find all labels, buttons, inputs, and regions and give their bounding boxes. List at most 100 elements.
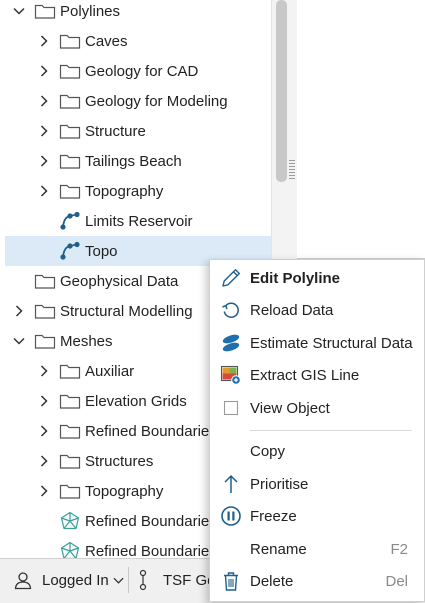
tree-row-label: Topo — [85, 242, 118, 260]
folder-icon — [59, 181, 81, 201]
menu-item-label: Extract GIS Line — [250, 366, 360, 384]
menu-item-label: Copy — [250, 442, 286, 460]
tree-row-polylines[interactable]: Polylines — [0, 0, 271, 26]
user-icon — [12, 569, 34, 591]
chevron-right-icon[interactable] — [12, 304, 26, 318]
folder-icon — [34, 301, 56, 321]
menu-item-edit-polyline[interactable]: Edit Polyline — [210, 263, 424, 293]
tree-row-caves[interactable]: Caves — [0, 26, 271, 56]
folder-icon — [59, 61, 81, 81]
tree-row-label: Limits Reservoir — [85, 212, 193, 230]
tree-row-label: Refined Boundaries — [85, 422, 217, 440]
menu-item-delete[interactable]: Delete Del — [210, 566, 424, 596]
chevron-right-icon[interactable] — [37, 484, 51, 498]
folder-icon — [59, 391, 81, 411]
splitter-grip-icon[interactable] — [289, 160, 295, 180]
chevron-down-icon[interactable] — [12, 4, 26, 18]
polyline-icon — [59, 211, 81, 231]
folder-icon — [59, 451, 81, 471]
shortcut-label: F2 — [390, 540, 408, 558]
status-separator — [128, 567, 129, 593]
chevron-right-icon[interactable] — [37, 184, 51, 198]
chevron-down-icon[interactable] — [12, 334, 26, 348]
chevron-right-icon[interactable] — [37, 34, 51, 48]
tree-row-label: Geophysical Data — [60, 272, 179, 290]
tree-row-label: Elevation Grids — [85, 392, 187, 410]
user-status-label: Logged In — [42, 571, 109, 589]
tree-row-geology-for-modeling[interactable]: Geology for Modeling — [0, 86, 271, 116]
chevron-right-icon[interactable] — [37, 94, 51, 108]
tree-row-label: Topography — [85, 482, 164, 500]
menu-item-label: View Object — [250, 399, 330, 417]
folder-icon — [59, 421, 81, 441]
branch-status[interactable]: TSF Ge — [137, 565, 216, 595]
menu-item-label: Edit Polyline — [250, 269, 341, 287]
tree-row-geology-for-cad[interactable]: Geology for CAD — [0, 56, 271, 86]
tree-row-structure[interactable]: Structure — [0, 116, 271, 146]
folder-icon — [59, 361, 81, 381]
tree-row-limits-reservoir[interactable]: Limits Reservoir — [0, 206, 271, 236]
folder-icon — [59, 31, 81, 51]
mesh-icon — [59, 511, 81, 531]
tree-row-label: Structural Modelling — [60, 302, 193, 320]
chevron-right-icon[interactable] — [37, 64, 51, 78]
menu-item-label: Freeze — [250, 507, 297, 525]
tree-row-label: Refined Boundaries — [85, 512, 217, 530]
folder-icon — [34, 271, 56, 291]
menu-item-rename[interactable]: Rename F2 — [210, 534, 424, 564]
checkbox-icon[interactable] — [219, 397, 243, 419]
context-menu: Edit Polyline Reload Data Estimate Struc… — [209, 259, 425, 602]
tree-row-label: Structure — [85, 122, 146, 140]
chevron-right-icon[interactable] — [37, 394, 51, 408]
tree-row-label: Refined Boundaries — [85, 542, 217, 559]
chevron-right-icon[interactable] — [37, 124, 51, 138]
tree-row-topography[interactable]: Topography — [0, 176, 271, 206]
menu-item-prioritise[interactable]: Prioritise — [210, 469, 424, 499]
pause-icon — [219, 505, 243, 527]
folder-icon — [34, 1, 56, 21]
tree-row-label: Structures — [85, 452, 154, 470]
chevron-down-icon — [113, 575, 124, 586]
menu-item-copy[interactable]: Copy — [210, 436, 424, 466]
tree-row-label: Geology for CAD — [85, 62, 199, 80]
folder-icon — [59, 121, 81, 141]
chevron-right-icon[interactable] — [37, 424, 51, 438]
tree-row-label: Caves — [85, 32, 128, 50]
menu-item-estimate-structural-data[interactable]: Estimate Structural Data — [210, 328, 424, 358]
chevron-right-icon[interactable] — [37, 154, 51, 168]
tree-row-label: Geology for Modeling — [85, 92, 228, 110]
chevron-right-icon[interactable] — [37, 364, 51, 378]
reload-icon — [219, 299, 243, 321]
tree-row-label: Tailings Beach — [85, 152, 182, 170]
menu-item-label: Prioritise — [250, 475, 309, 493]
menu-item-view-object[interactable]: View Object — [210, 393, 424, 423]
branch-label: TSF Ge — [163, 571, 216, 589]
menu-item-label: Reload Data — [250, 301, 334, 319]
mesh-icon — [59, 541, 81, 558]
shortcut-label: Del — [385, 572, 408, 590]
scrollbar-thumb[interactable] — [276, 0, 287, 182]
tree-row-label: Auxiliar — [85, 362, 135, 380]
branch-icon — [137, 569, 155, 591]
folder-icon — [59, 91, 81, 111]
tree-row-tailings-beach[interactable]: Tailings Beach — [0, 146, 271, 176]
arrow-up-icon — [219, 473, 243, 495]
menu-item-label: Rename — [250, 540, 307, 558]
structural-data-icon — [219, 332, 243, 354]
trash-icon — [219, 570, 243, 592]
menu-item-reload-data[interactable]: Reload Data — [210, 295, 424, 325]
menu-item-label: Estimate Structural Data — [250, 334, 413, 352]
polyline-icon — [59, 241, 81, 261]
menu-item-extract-gis-line[interactable]: Extract GIS Line — [210, 360, 424, 390]
folder-icon — [59, 151, 81, 171]
tree-row-label: Meshes — [60, 332, 113, 350]
chevron-right-icon[interactable] — [37, 454, 51, 468]
menu-item-freeze[interactable]: Freeze — [210, 501, 424, 531]
folder-icon — [59, 481, 81, 501]
menu-item-label: Delete — [250, 572, 294, 590]
tree-row-label: Topography — [85, 182, 164, 200]
gis-line-icon — [219, 364, 243, 386]
tree-row-label: Polylines — [60, 2, 121, 20]
menu-separator — [250, 430, 412, 431]
user-status-dropdown[interactable]: Logged In — [12, 565, 124, 595]
